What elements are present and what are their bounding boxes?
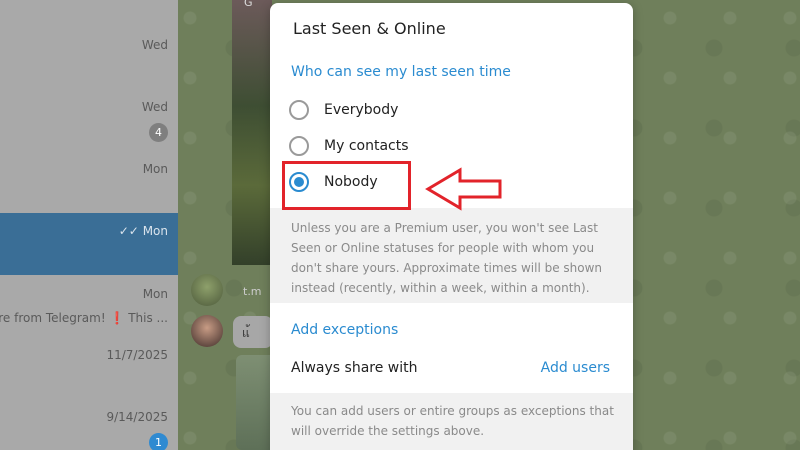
chat-list-item[interactable]: Wed 4 — [0, 76, 178, 142]
chat-date: Mon — [142, 287, 168, 301]
annotation-highlight-box — [282, 161, 411, 210]
media-preview[interactable]: G — [232, 0, 272, 265]
chat-date: 11/7/2025 — [106, 348, 168, 362]
avatar[interactable] — [191, 274, 223, 306]
chat-date: ✓✓ Mon — [118, 224, 168, 238]
section-header-exceptions: Add exceptions — [291, 322, 399, 338]
info-panel: Unless you are a Premium user, you won't… — [270, 208, 633, 303]
chat-date: Wed — [141, 38, 168, 52]
radio-option-my-contacts[interactable]: My contacts — [289, 131, 609, 161]
chat-list-item[interactable]: Mon re from Telegram! ❗ This ... — [0, 275, 178, 337]
chat-list-item[interactable]: 11/7/2025 — [0, 337, 178, 399]
chat-list-sidebar: Wed Wed 4 Mon ✓✓ Mon Mon re from Telegra… — [0, 0, 178, 450]
info-panel: You can add users or entire groups as ex… — [270, 393, 633, 450]
radio-option-label: Everybody — [324, 102, 399, 118]
chat-date: Mon — [142, 162, 168, 176]
message-text: แ้ — [242, 326, 250, 340]
avatar[interactable] — [191, 315, 223, 347]
add-users-button[interactable]: Add users — [541, 360, 610, 376]
chat-date: 9/14/2025 — [106, 410, 168, 424]
radio-button-icon[interactable] — [289, 136, 309, 156]
message-bubble[interactable]: แ้ — [233, 316, 273, 348]
info-text: You can add users or entire groups as ex… — [291, 404, 614, 438]
dialog-title: Last Seen & Online — [293, 19, 446, 38]
media-caption: G — [244, 0, 253, 9]
info-text: Unless you are a Premium user, you won't… — [291, 221, 603, 295]
radio-button-icon[interactable] — [289, 100, 309, 120]
chat-list-item[interactable]: 9/14/2025 1 — [0, 399, 178, 450]
last-seen-dialog: Last Seen & Online Who can see my last s… — [270, 3, 633, 450]
section-header-who-can-see: Who can see my last seen time — [291, 64, 511, 80]
link-preview-text: t.m — [243, 285, 262, 298]
chat-list-item-selected[interactable]: ✓✓ Mon — [0, 213, 178, 275]
annotation-arrow-icon — [425, 167, 502, 211]
unread-badge: 1 — [149, 433, 168, 450]
chat-date: Wed — [141, 100, 168, 114]
chat-list-item[interactable]: Wed — [0, 14, 178, 76]
radio-option-everybody[interactable]: Everybody — [289, 95, 609, 125]
always-share-label: Always share with — [291, 360, 418, 376]
chat-list-item[interactable]: Mon — [0, 138, 178, 200]
radio-option-label: My contacts — [324, 138, 409, 154]
double-check-icon: ✓✓ — [118, 224, 139, 238]
chat-snippet: re from Telegram! ❗ This ... — [0, 311, 168, 325]
